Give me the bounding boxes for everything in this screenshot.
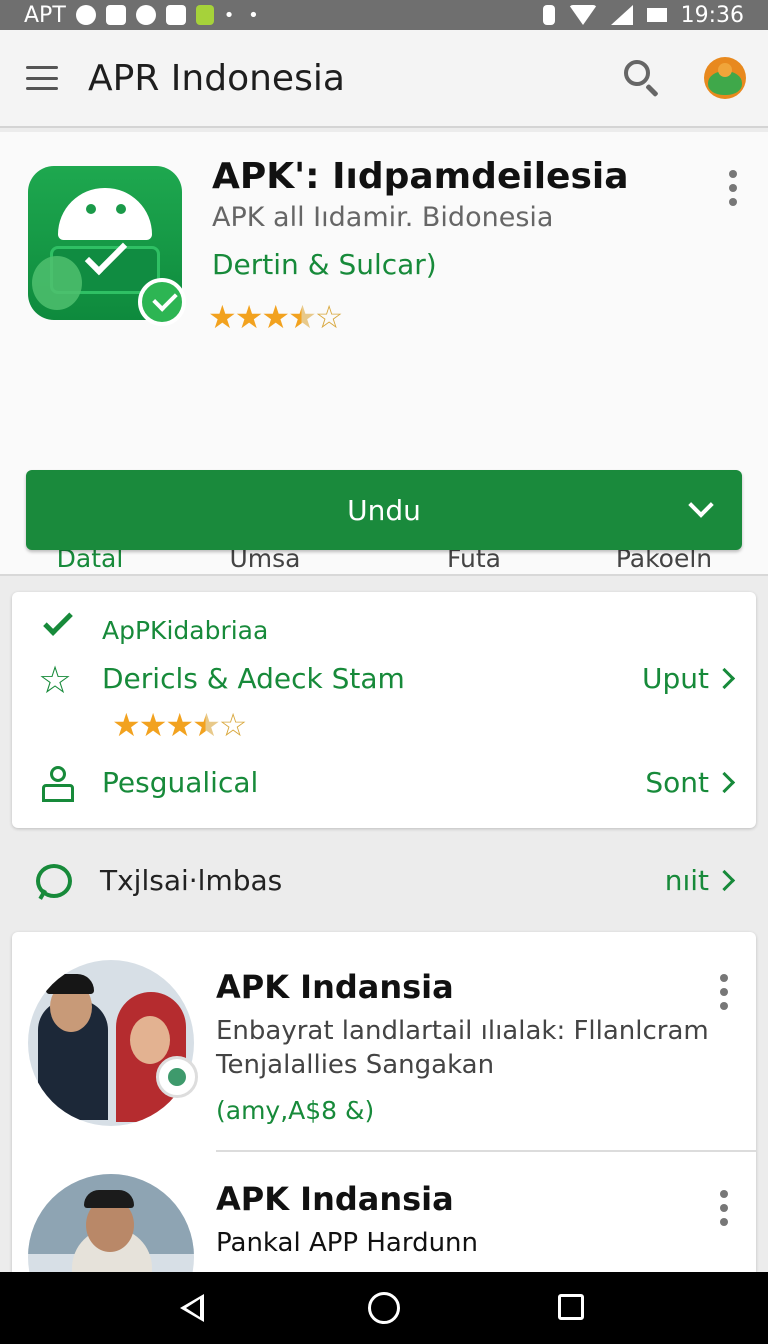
review-item[interactable]: APK Indansia Enbayrat landlartail ılıala… [12,932,756,1152]
more-dots-icon: • • [223,4,263,26]
reviews-row[interactable]: ☆ Dericls & Adeck Stam Uput [12,658,756,702]
install-button[interactable]: Undu [26,470,742,550]
overflow-menu-icon[interactable] [728,170,738,206]
wifi-icon [568,5,597,25]
review-title: APK Indansia [216,968,454,1006]
verified-check-icon [138,278,186,326]
notification-icon [105,5,126,25]
review-text-line: Enbayrat landlartail ılıalak: Fllanlcram [216,1016,709,1046]
reviews-more-link[interactable]: nıit [665,864,732,897]
reviewer-avatar [28,960,194,1126]
clock-time: 19:36 [680,2,744,28]
review-list: APK Indansia Enbayrat landlartail ılıala… [12,932,756,1272]
install-button-label: Undu [347,493,421,527]
review-text-line: Tenjalallies Sangakan [216,1050,495,1080]
search-icon[interactable] [622,58,662,98]
reviews-update-link[interactable]: Uput [642,662,732,695]
system-nav-bar [0,1272,768,1344]
recent-apps-icon[interactable] [558,1294,584,1320]
reviews-header: Txjlsai·lmbas nıit [0,850,768,914]
star-outline-icon: ☆ [38,658,73,702]
verified-label: ApPKidabriaa [102,616,269,645]
checkmark-icon [38,606,78,650]
review-meta: (amy,A$8 &) [216,1096,375,1125]
app-bar: APR Indonesia [0,30,768,128]
home-icon[interactable] [368,1292,400,1324]
permissions-label: Pesgualical [102,766,259,799]
chat-bubble-icon [36,864,72,898]
person-icon [38,764,78,804]
app-rating-stars: ★★★★☆ [208,298,344,336]
menu-icon[interactable] [26,66,58,90]
heart-icon [135,5,156,25]
reviews-label: Dericls & Adeck Stam [102,662,405,695]
verified-row: ApPKidabriaa [12,606,756,650]
profile-avatar-icon[interactable] [704,57,746,99]
battery-icon [646,8,667,22]
back-icon[interactable] [180,1294,204,1322]
review-item[interactable]: APK Indansia Pankal APP Hardunn [12,1152,756,1272]
half-star-icon: ★ [192,706,221,744]
app-icon [195,5,214,25]
bluetooth-icon [542,5,555,25]
info-card: ApPKidabriaa ☆ Dericls & Adeck Stam Uput… [12,592,756,828]
app-badge-icon [156,1056,198,1098]
app-subtitle: APK all Iıdamir. Bidonesia [212,202,554,233]
chevron-down-icon[interactable] [688,492,714,518]
review-text-line: Pankal APP Hardunn [216,1228,479,1258]
info-rating-stars: ★★★★☆ [112,706,248,744]
half-star-icon: ★ [288,298,317,336]
empty-star-icon: ☆ [314,298,344,336]
star-icon: ★★★ [112,706,194,744]
reviews-title: Txjlsai·lmbas [100,864,283,897]
empty-star-icon: ☆ [218,706,248,744]
permissions-link[interactable]: Sont [645,766,732,799]
message-icon [165,5,186,25]
status-bar: APT • • 19:36 [0,0,768,30]
star-icon: ★★★ [208,298,290,336]
review-menu-icon[interactable] [719,1190,729,1226]
sync-icon [75,5,96,25]
review-menu-icon[interactable] [719,974,729,1010]
app-title: APK': Iıdpamdeilesia [212,156,629,197]
signal-icon [610,5,633,25]
carrier-label: APT [24,2,66,28]
review-title: APK Indansia [216,1180,454,1218]
app-bar-title: APR Indonesia [88,57,345,99]
reviewer-avatar [28,1174,194,1272]
developer-link[interactable]: Dertin & Sulcar) [212,248,437,281]
permissions-row[interactable]: Pesgualical Sont [12,762,756,806]
app-logo-icon [28,166,186,326]
